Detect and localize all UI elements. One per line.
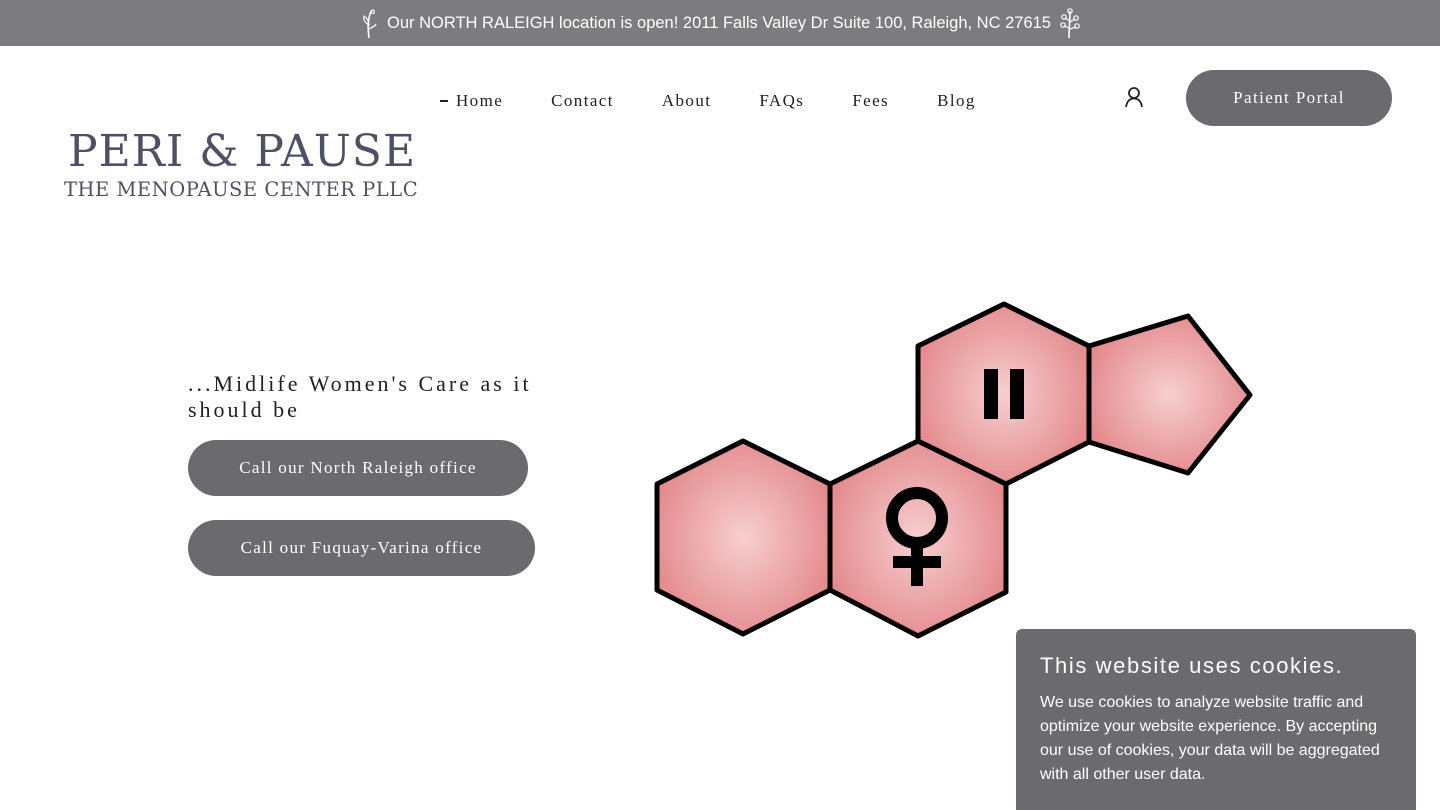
hexagon-left	[654, 438, 833, 637]
nav-label-home: Home	[456, 91, 504, 110]
nav-item-faqs[interactable]: FAQs	[759, 90, 804, 112]
hormone-molecule-illustration	[650, 296, 1260, 642]
pentagon-right	[1086, 313, 1253, 476]
active-indicator	[440, 100, 448, 102]
nav-label-blog: Blog	[937, 91, 976, 110]
nav-label-about: About	[661, 91, 712, 110]
cookie-title: This website uses cookies.	[1040, 653, 1344, 678]
logo-title: PERI & PAUSE	[68, 126, 417, 177]
pause-bar-right	[1010, 369, 1024, 419]
call-north-raleigh-button[interactable]: Call our North Raleigh office	[188, 440, 528, 496]
announcement-bar: Our NORTH RALEIGH location is open! 2011…	[0, 0, 1440, 46]
logo-subtitle: THE MENOPAUSE CENTER PLLC	[64, 178, 419, 201]
nav-item-fees[interactable]: Fees	[852, 90, 889, 112]
nav-item-blog[interactable]: Blog	[937, 90, 976, 112]
sprig-icon	[359, 7, 379, 39]
user-icon[interactable]	[1123, 86, 1145, 108]
nav-label-contact: Contact	[551, 91, 614, 110]
pause-bar-left	[984, 369, 998, 419]
female-symbol-cross	[893, 556, 941, 568]
nav-item-contact[interactable]: Contact	[551, 90, 614, 112]
nav-label-fees: Fees	[852, 91, 890, 110]
cookie-body: We use cookies to analyze website traffi…	[1040, 694, 1380, 783]
call-fuquay-varina-button[interactable]: Call our Fuquay-Varina office	[188, 520, 535, 576]
cookie-banner: This website uses cookies. We use cookie…	[1016, 629, 1416, 810]
flower-sprig-icon	[1059, 7, 1081, 39]
nav-item-home[interactable]: Home	[440, 90, 503, 112]
patient-portal-button[interactable]: Patient Portal	[1186, 70, 1392, 126]
site-logo[interactable]: PERI & PAUSE THE MENOPAUSE CENTER PLLC	[64, 126, 419, 202]
section-heading-peek	[520, 792, 820, 810]
announcement-text: Our NORTH RALEIGH location is open! 2011…	[387, 13, 1051, 32]
nav-label-faqs: FAQs	[759, 91, 805, 110]
nav-item-about[interactable]: About	[662, 90, 712, 112]
main-nav: Home Contact About FAQs Fees Blog	[440, 90, 1024, 112]
hero-tagline: ...Midlife Women's Care as it should be	[188, 371, 532, 422]
